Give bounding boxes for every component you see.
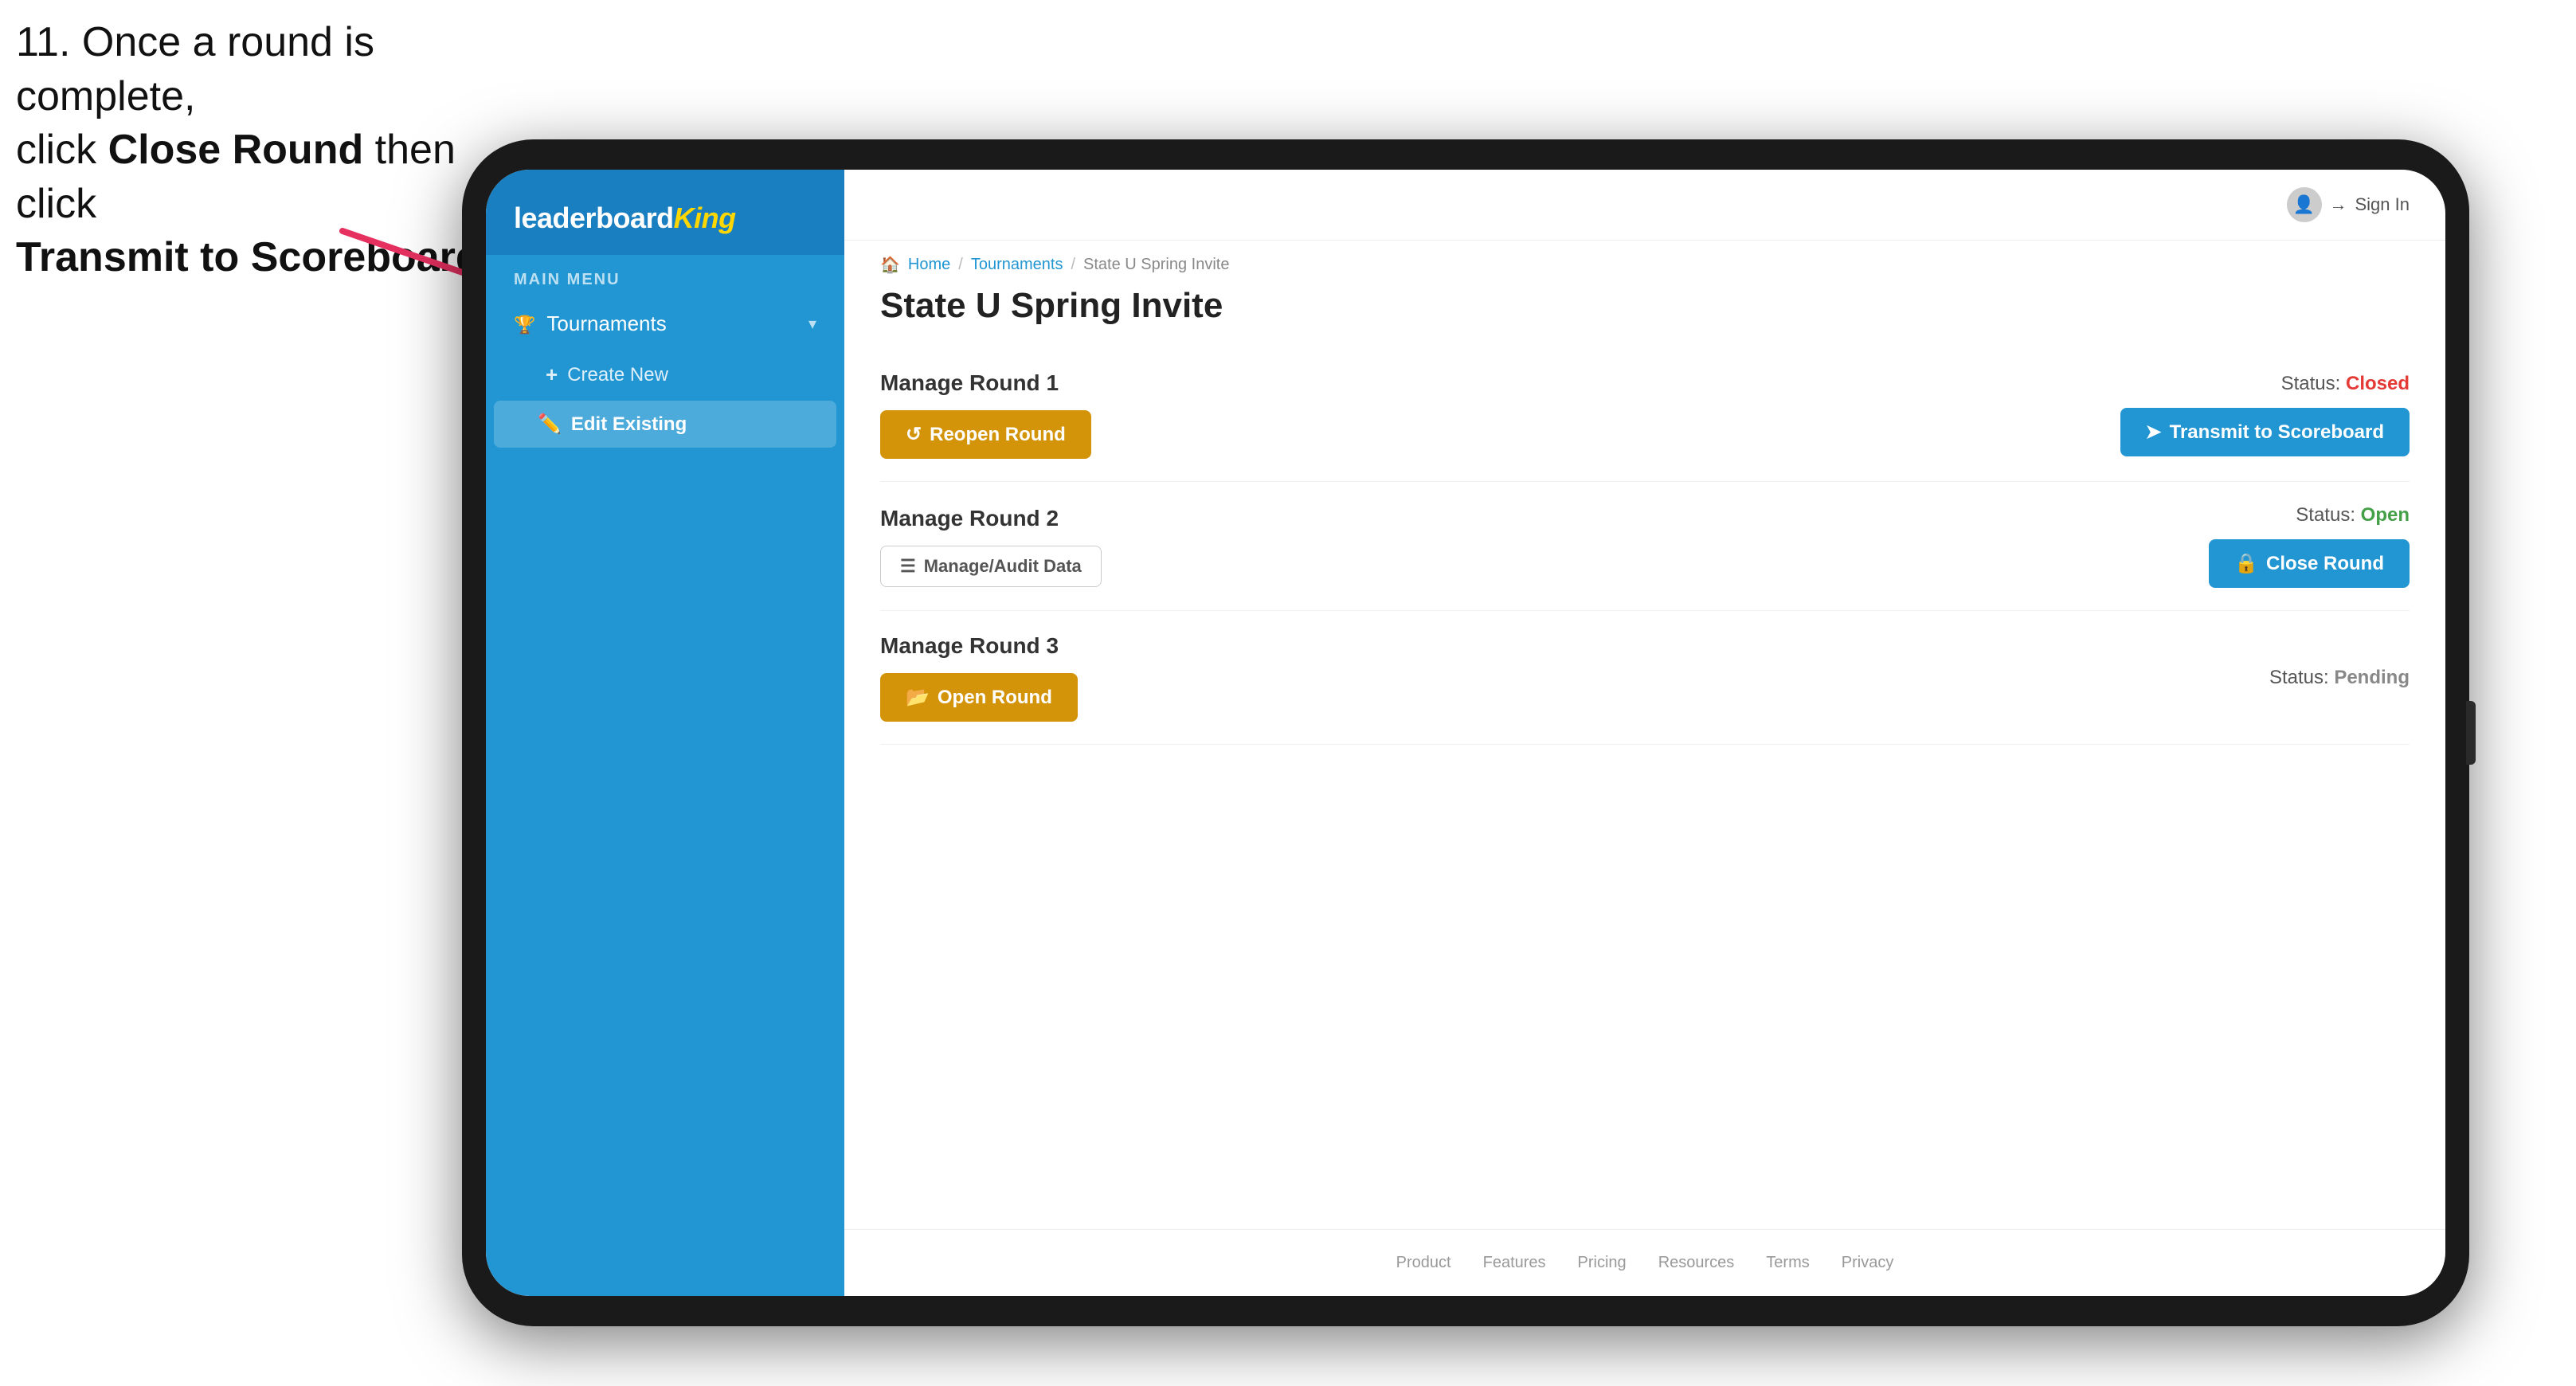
- instruction-line1: 11. Once a round is complete,: [16, 19, 374, 119]
- transmit-to-scoreboard-button[interactable]: ➤ Transmit to Scoreboard: [2120, 408, 2410, 456]
- round-2-row: Manage Round 2 ☰ Manage/Audit Data Statu…: [880, 482, 2410, 611]
- breadcrumb-tournaments[interactable]: Tournaments: [971, 256, 1063, 274]
- sidebar-item-tournaments-inner: Tournaments: [514, 311, 667, 336]
- round-2-right: Status: Open 🔒 Close Round: [2209, 504, 2410, 588]
- round-3-left: Manage Round 3 📂 Open Round: [880, 633, 1078, 722]
- round-1-status-value: Closed: [2346, 373, 2410, 394]
- edit-icon: ✏️: [538, 413, 562, 436]
- round-3-right: Status: Pending: [2269, 667, 2410, 689]
- footer-link-resources[interactable]: Resources: [1658, 1254, 1735, 1272]
- round-1-status: Status: Closed: [2281, 373, 2410, 395]
- round-1-row: Manage Round 1 ↺ Reopen Round Status: Cl…: [880, 348, 2410, 482]
- logo: leaderboardKing: [514, 202, 816, 235]
- topbar: 👤 → Sign In: [844, 170, 2445, 241]
- tablet-shell: leaderboardKing MAIN MENU Tournaments ▾ …: [462, 139, 2469, 1326]
- avatar: 👤: [2287, 187, 2322, 222]
- instruction-text: 11. Once a round is complete, click Clos…: [16, 16, 510, 285]
- page-title: State U Spring Invite: [880, 286, 2410, 326]
- reopen-round-label: Reopen Round: [930, 424, 1066, 446]
- footer: Product Features Pricing Resources Terms…: [844, 1229, 2445, 1296]
- breadcrumb-sep2: /: [1071, 256, 1075, 274]
- transmit-label: Transmit to Scoreboard: [2170, 421, 2384, 444]
- round-3-status-value: Pending: [2334, 667, 2410, 688]
- reopen-round-button[interactable]: ↺ Reopen Round: [880, 410, 1091, 459]
- round-1-title: Manage Round 1: [880, 370, 1091, 396]
- audit-icon: ☰: [900, 556, 916, 577]
- breadcrumb: 🏠 Home / Tournaments / State U Spring In…: [844, 241, 2445, 280]
- breadcrumb-home[interactable]: Home: [908, 256, 950, 274]
- footer-link-pricing[interactable]: Pricing: [1578, 1254, 1627, 1272]
- logo-king: King: [674, 202, 736, 234]
- round-2-status-value: Open: [2361, 504, 2410, 526]
- footer-link-features[interactable]: Features: [1483, 1254, 1546, 1272]
- round-2-title: Manage Round 2: [880, 506, 1102, 531]
- page-header: State U Spring Invite: [844, 280, 2445, 348]
- instruction-bold2: Transmit to Scoreboard.: [16, 234, 492, 280]
- round-1-status-prefix: Status:: [2281, 373, 2346, 394]
- lock-icon: 🔒: [2234, 552, 2258, 575]
- sidebar-create-new-label: Create New: [567, 364, 668, 386]
- transmit-icon: ➤: [2146, 421, 2162, 444]
- open-round-label: Open Round: [938, 687, 1052, 709]
- side-notch: [2466, 701, 2476, 765]
- breadcrumb-current: State U Spring Invite: [1083, 256, 1229, 274]
- content-body: Manage Round 1 ↺ Reopen Round Status: Cl…: [844, 348, 2445, 1229]
- sidebar: leaderboardKing MAIN MENU Tournaments ▾ …: [486, 170, 844, 1296]
- footer-link-privacy[interactable]: Privacy: [1842, 1254, 1894, 1272]
- sidebar-tournaments-label: Tournaments: [546, 311, 666, 336]
- manage-audit-button[interactable]: ☰ Manage/Audit Data: [880, 546, 1102, 587]
- round-2-status: Status: Open: [2296, 504, 2410, 527]
- round-1-right: Status: Closed ➤ Transmit to Scoreboard: [2120, 373, 2410, 456]
- round-2-status-prefix: Status:: [2296, 504, 2360, 526]
- instruction-line2: click: [16, 127, 108, 173]
- user-icon: 👤: [2293, 194, 2315, 215]
- app-layout: leaderboardKing MAIN MENU Tournaments ▾ …: [486, 170, 2445, 1296]
- reopen-icon: ↺: [906, 423, 922, 446]
- main-content: 👤 → Sign In 🏠 Home / Tournaments / State…: [844, 170, 2445, 1296]
- logo-area: leaderboardKing: [486, 170, 844, 255]
- round-3-title: Manage Round 3: [880, 633, 1078, 659]
- chevron-down-icon: ▾: [808, 314, 816, 334]
- footer-link-terms[interactable]: Terms: [1766, 1254, 1809, 1272]
- plus-icon: +: [546, 362, 558, 387]
- trophy-icon: [514, 311, 535, 336]
- breadcrumb-sep1: /: [958, 256, 963, 274]
- home-icon: 🏠: [880, 255, 900, 275]
- close-round-label: Close Round: [2266, 553, 2384, 575]
- sidebar-item-create-new[interactable]: + Create New: [486, 350, 844, 399]
- round-1-left: Manage Round 1 ↺ Reopen Round: [880, 370, 1091, 459]
- open-icon: 📂: [906, 686, 930, 709]
- round-3-row: Manage Round 3 📂 Open Round Status: Pend…: [880, 611, 2410, 745]
- sidebar-edit-existing-label: Edit Existing: [571, 413, 687, 436]
- sidebar-item-edit-existing[interactable]: ✏️ Edit Existing: [494, 401, 836, 448]
- open-round-button[interactable]: 📂 Open Round: [880, 673, 1078, 722]
- footer-link-product[interactable]: Product: [1396, 1254, 1451, 1272]
- round-3-status-prefix: Status:: [2269, 667, 2334, 688]
- round-3-status: Status: Pending: [2269, 667, 2410, 689]
- round-2-left: Manage Round 2 ☰ Manage/Audit Data: [880, 506, 1102, 587]
- close-round-button[interactable]: 🔒 Close Round: [2209, 539, 2410, 588]
- sign-in-label: Sign In: [2355, 194, 2410, 215]
- arrow-right-icon: →: [2330, 194, 2347, 215]
- instruction-bold1: Close Round: [108, 127, 364, 173]
- manage-audit-label: Manage/Audit Data: [924, 556, 1082, 577]
- sidebar-item-tournaments[interactable]: Tournaments ▾: [486, 297, 844, 350]
- tablet-screen: leaderboardKing MAIN MENU Tournaments ▾ …: [486, 170, 2445, 1296]
- main-menu-label: MAIN MENU: [486, 255, 844, 297]
- sign-in-button[interactable]: 👤 → Sign In: [2287, 187, 2410, 222]
